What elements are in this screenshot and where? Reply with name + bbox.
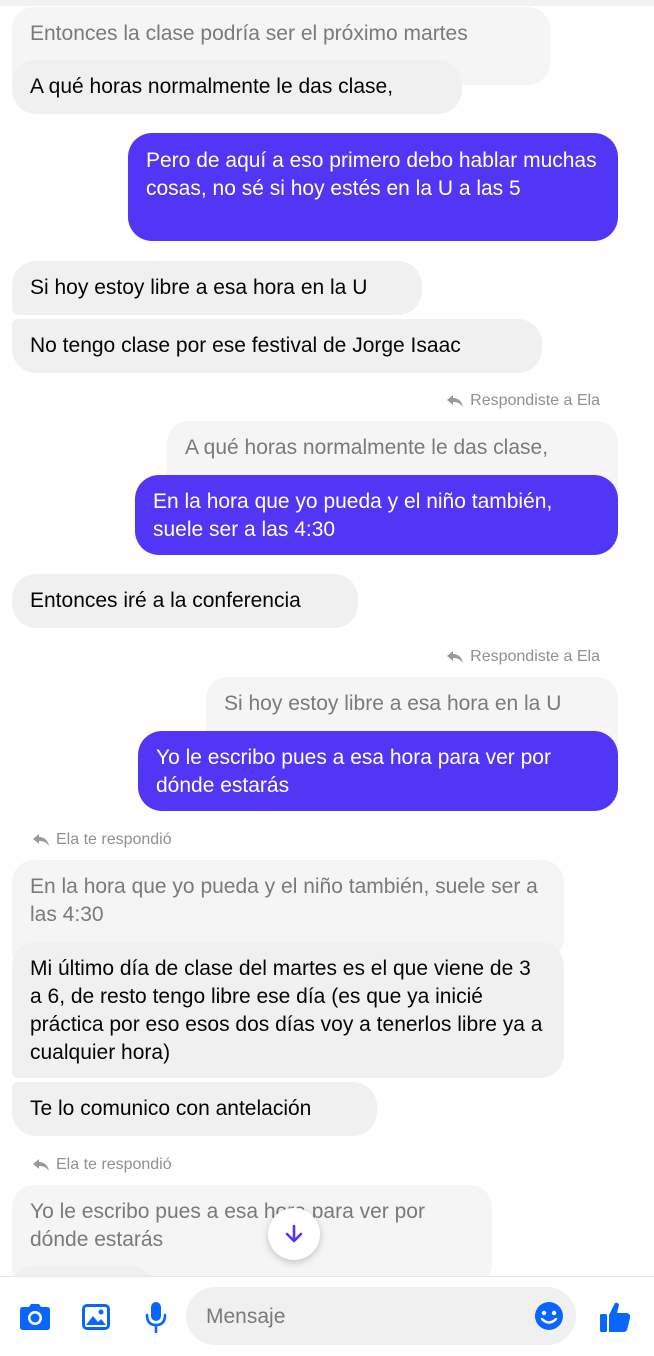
image-icon	[82, 1304, 110, 1330]
message-input[interactable]	[204, 1287, 528, 1347]
outgoing-message[interactable]: En la hora que yo pueda y el niño tambié…	[135, 475, 618, 555]
message-list[interactable]: Entonces la clase podría ser el próximo …	[0, 0, 654, 1276]
scroll-to-bottom-button[interactable]	[268, 1208, 320, 1260]
thumbs-up-icon	[600, 1302, 631, 1332]
message-text: En la hora que yo pueda y el niño tambié…	[30, 875, 538, 926]
arrow-down-icon	[285, 1224, 303, 1243]
incoming-message-partial[interactable]	[12, 1266, 152, 1276]
message-input-container[interactable]	[186, 1287, 576, 1347]
incoming-message[interactable]: Si hoy estoy libre a esa hora en la U	[12, 261, 422, 315]
message-text: En la hora que yo pueda y el niño tambié…	[153, 490, 553, 541]
outgoing-message[interactable]: Pero de aquí a eso primero debo hablar m…	[128, 133, 618, 241]
reply-indicator-text: Respondiste a Ela	[470, 392, 600, 409]
reply-arrow-icon	[447, 395, 464, 407]
reply-indicator: Ela te respondió	[32, 1156, 172, 1174]
reply-arrow-icon	[33, 834, 49, 846]
message-text: Si hoy estoy libre a esa hora en la U	[224, 692, 562, 715]
emoji-button[interactable]	[534, 1301, 564, 1331]
reply-arrow-icon	[33, 1159, 49, 1171]
message-text: A qué horas normalmente le das clase,	[185, 436, 549, 459]
outgoing-message[interactable]: Yo le escribo pues a esa hora para ver p…	[138, 731, 618, 811]
incoming-message[interactable]: A qué horas normalmente le das clase,	[12, 60, 462, 114]
incoming-message[interactable]: Mi último día de clase del martes es el …	[12, 942, 564, 1078]
message-text: Yo le escribo pues a esa hora para ver p…	[30, 1200, 425, 1251]
reply-indicator-text: Respondiste a Ela	[470, 648, 600, 665]
message-text: Pero de aquí a eso primero debo hablar m…	[146, 149, 597, 200]
message-text: Entonces la clase podría ser el próximo …	[30, 22, 468, 45]
message-text: A qué horas normalmente le das clase,	[30, 75, 394, 98]
gallery-button[interactable]	[78, 1299, 114, 1335]
incoming-message[interactable]: Entonces iré a la conferencia	[12, 574, 358, 628]
reply-indicator: Respondiste a Ela	[446, 392, 600, 410]
message-text: Mi último día de clase del martes es el …	[30, 957, 543, 1064]
reply-indicator: Ela te respondió	[32, 831, 172, 849]
message-text: Entonces iré a la conferencia	[30, 589, 301, 612]
quoted-message[interactable]: Yo le escribo pues a esa hora para ver p…	[12, 1185, 492, 1276]
camera-icon	[20, 1304, 50, 1330]
message-text: Si hoy estoy libre a esa hora en la U	[30, 276, 368, 299]
voice-button[interactable]	[138, 1299, 174, 1335]
incoming-message[interactable]: Te lo comunico con antelación	[12, 1082, 377, 1136]
reply-indicator-text: Ela te respondió	[56, 1156, 172, 1173]
composer-bar	[0, 1276, 654, 1356]
message-text: Te lo comunico con antelación	[30, 1097, 312, 1120]
emoji-icon	[535, 1302, 563, 1330]
camera-button[interactable]	[17, 1299, 53, 1335]
message-text: Yo le escribo pues a esa hora para ver p…	[156, 746, 551, 797]
microphone-icon	[145, 1302, 167, 1333]
like-button[interactable]	[597, 1299, 633, 1335]
reply-indicator: Respondiste a Ela	[446, 648, 600, 666]
reply-arrow-icon	[447, 651, 464, 663]
incoming-message[interactable]: No tengo clase por ese festival de Jorge…	[12, 319, 542, 373]
message-text: No tengo clase por ese festival de Jorge…	[30, 334, 461, 357]
reply-indicator-text: Ela te respondió	[56, 831, 172, 848]
